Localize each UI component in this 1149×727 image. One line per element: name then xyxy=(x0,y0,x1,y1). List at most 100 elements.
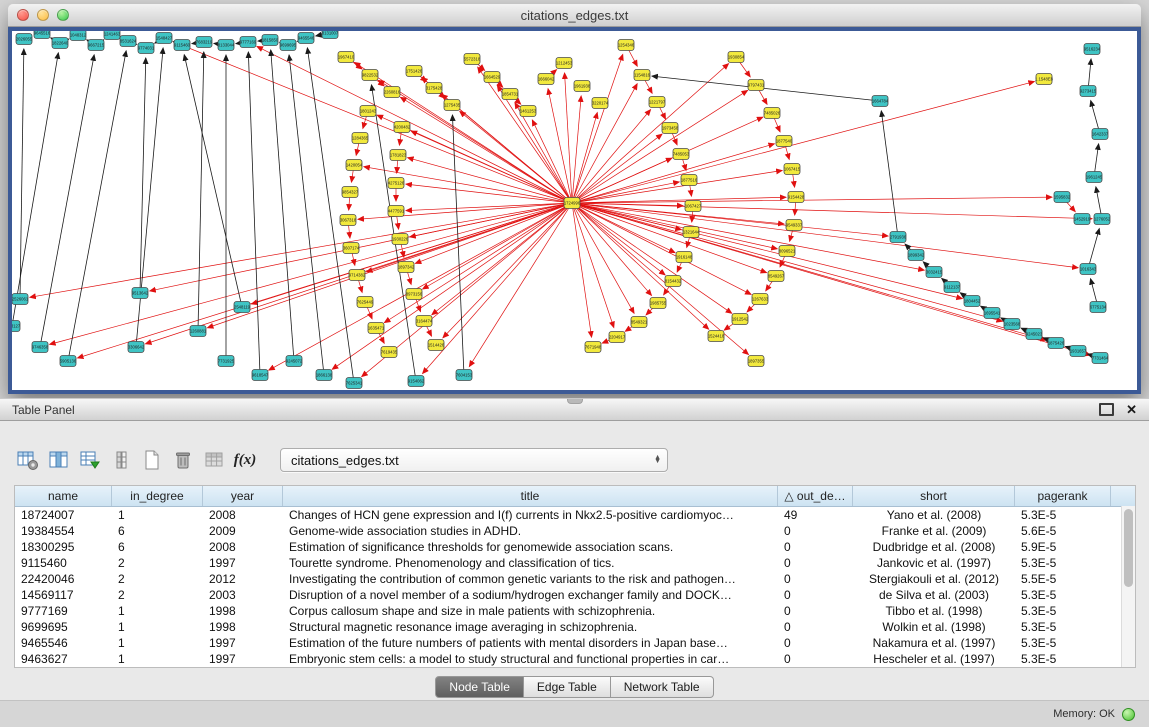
citation-edge-red[interactable] xyxy=(173,42,572,203)
network-node[interactable]: 9667215 xyxy=(88,40,105,51)
citation-edge-black[interactable] xyxy=(248,52,260,375)
network-node[interactable]: 7604153 xyxy=(456,370,473,381)
network-node[interactable]: 1815850 xyxy=(262,35,279,46)
network-node[interactable]: 2026055 xyxy=(16,34,33,45)
table-row[interactable]: 2242004622012Investigating the contribut… xyxy=(15,571,1135,587)
network-node[interactable]: 1260881 xyxy=(190,326,207,337)
citation-edge-red[interactable] xyxy=(572,203,751,294)
network-node[interactable]: 4275126 xyxy=(388,178,405,189)
citation-edge-red[interactable] xyxy=(401,97,572,203)
network-node[interactable]: 7671948 xyxy=(585,342,602,353)
network-node[interactable]: 1254346 xyxy=(618,40,635,51)
import-table-icon[interactable] xyxy=(78,448,102,472)
network-node[interactable]: 3220174 xyxy=(592,98,609,109)
citation-edge-red[interactable] xyxy=(572,203,1078,268)
network-node[interactable]: 1635471 xyxy=(368,323,385,334)
network-node[interactable]: 1067427 xyxy=(685,201,702,212)
network-node[interactable]: 2791936 xyxy=(890,232,907,243)
network-node[interactable]: 1822640 xyxy=(52,38,69,49)
table-row[interactable]: 946362711997Embryonic stem cells: a mode… xyxy=(15,651,1135,667)
table-row[interactable]: 911546021997Tourette syndrome. Phenomeno… xyxy=(15,555,1135,571)
network-node[interactable]: 7485026 xyxy=(764,108,781,119)
minimize-window-button[interactable] xyxy=(37,9,49,21)
network-node[interactable]: 1916148 xyxy=(676,252,693,263)
network-node[interactable]: 9245023 xyxy=(1026,329,1043,340)
network-node[interactable]: 1751426 xyxy=(406,66,423,77)
network-node[interactable]: 1724996 xyxy=(564,198,581,209)
create-table-icon[interactable] xyxy=(140,448,164,472)
network-node[interactable]: 1930854 xyxy=(728,52,745,63)
network-node[interactable]: 1514426 xyxy=(428,340,445,351)
select-columns-icon[interactable] xyxy=(47,448,71,472)
network-node[interactable]: 1781823 xyxy=(390,150,407,161)
network-node[interactable]: 8531624 xyxy=(120,36,137,47)
citation-edge-black[interactable] xyxy=(881,111,898,237)
citation-edge-black[interactable] xyxy=(198,52,204,331)
column-header-title[interactable]: title xyxy=(283,486,778,506)
table-row[interactable]: 1456911722003Disruption of a novel membe… xyxy=(15,587,1135,603)
network-node[interactable]: 1154816 xyxy=(634,70,651,81)
table-selector-dropdown[interactable]: citations_edges.txt ▲▼ xyxy=(280,448,668,472)
network-node[interactable]: 9273415 xyxy=(1080,86,1097,97)
network-node[interactable]: 1985755 xyxy=(650,298,667,309)
function-builder-icon[interactable]: f(x) xyxy=(233,448,257,472)
network-node[interactable]: 2260816 xyxy=(384,87,401,98)
network-node[interactable]: 1212453 xyxy=(556,58,573,69)
citation-edge-red[interactable] xyxy=(572,203,592,337)
network-node[interactable]: 9774031 xyxy=(138,43,155,54)
network-node[interactable]: 8131007 xyxy=(322,31,339,39)
network-node[interactable]: 1804452 xyxy=(964,296,981,307)
network-node[interactable]: 1930226 xyxy=(392,234,409,245)
network-node[interactable]: 9797431 xyxy=(748,80,765,91)
network-node[interactable]: 1695541 xyxy=(984,308,1001,319)
network-node[interactable]: 2526061 xyxy=(12,294,29,305)
network-node[interactable]: 9516234 xyxy=(1084,44,1101,55)
network-node[interactable]: 9777169 xyxy=(240,37,257,48)
network-node[interactable]: 1548427 xyxy=(156,33,173,44)
close-window-button[interactable] xyxy=(17,9,29,21)
citation-edge-red[interactable] xyxy=(572,203,675,253)
column-header-pagerank[interactable]: pagerank xyxy=(1015,486,1111,506)
panel-drag-handle[interactable] xyxy=(567,399,583,404)
citation-edge-red[interactable] xyxy=(572,203,1090,355)
network-node[interactable]: 1221797 xyxy=(649,97,666,108)
citation-edge-red[interactable] xyxy=(50,203,572,344)
network-node[interactable]: 1524418 xyxy=(708,331,725,342)
network-node[interactable]: 7625341 xyxy=(346,378,363,389)
vertical-scrollbar[interactable] xyxy=(1121,506,1135,667)
network-node[interactable]: 7731464 xyxy=(1092,353,1109,364)
network-node[interactable]: 7485053 xyxy=(673,149,690,160)
column-settings-icon[interactable] xyxy=(109,448,133,472)
network-node[interactable]: 7619435 xyxy=(381,347,398,358)
float-panel-icon[interactable] xyxy=(1099,403,1114,416)
network-node[interactable]: 1595832 xyxy=(1054,192,1071,203)
network-node[interactable]: 3164474 xyxy=(416,316,433,327)
network-node[interactable]: 1267633 xyxy=(752,294,769,305)
network-node[interactable]: 9699695 xyxy=(280,40,297,51)
table-row[interactable]: 1830029562008Estimation of significance … xyxy=(15,539,1135,555)
network-node[interactable]: 1897355 xyxy=(748,356,765,367)
citation-edge-red[interactable] xyxy=(469,203,572,367)
network-node[interactable]: 8973156 xyxy=(406,289,423,300)
network-node[interactable]: 9549337 xyxy=(786,220,803,231)
citation-edge-red[interactable] xyxy=(411,131,572,203)
network-node[interactable]: 1877516 xyxy=(681,175,698,186)
citation-edge-red[interactable] xyxy=(572,110,651,203)
citation-edge-red[interactable] xyxy=(460,111,572,203)
network-node[interactable]: 9112137 xyxy=(944,282,961,293)
table-options-icon[interactable] xyxy=(16,448,40,472)
citation-edge-red[interactable] xyxy=(572,203,732,313)
network-node[interactable]: 7731925 xyxy=(218,356,235,367)
citation-edge-black[interactable] xyxy=(40,55,94,347)
citation-edge-red[interactable] xyxy=(572,203,962,299)
citation-edge-red[interactable] xyxy=(572,203,665,275)
network-node[interactable]: 1854731 xyxy=(502,89,519,100)
tab-node-table[interactable]: Node Table xyxy=(435,676,524,698)
network-node[interactable]: 1912542 xyxy=(732,314,749,325)
network-node[interactable]: 1461253 xyxy=(520,106,537,117)
network-node[interactable]: 1961245 xyxy=(1086,172,1103,183)
network-node[interactable]: 9746358 xyxy=(32,342,49,353)
network-node[interactable]: 1666042 xyxy=(538,74,555,85)
network-node[interactable]: 9822532 xyxy=(362,70,379,81)
network-node[interactable]: 7625449 xyxy=(357,297,374,308)
